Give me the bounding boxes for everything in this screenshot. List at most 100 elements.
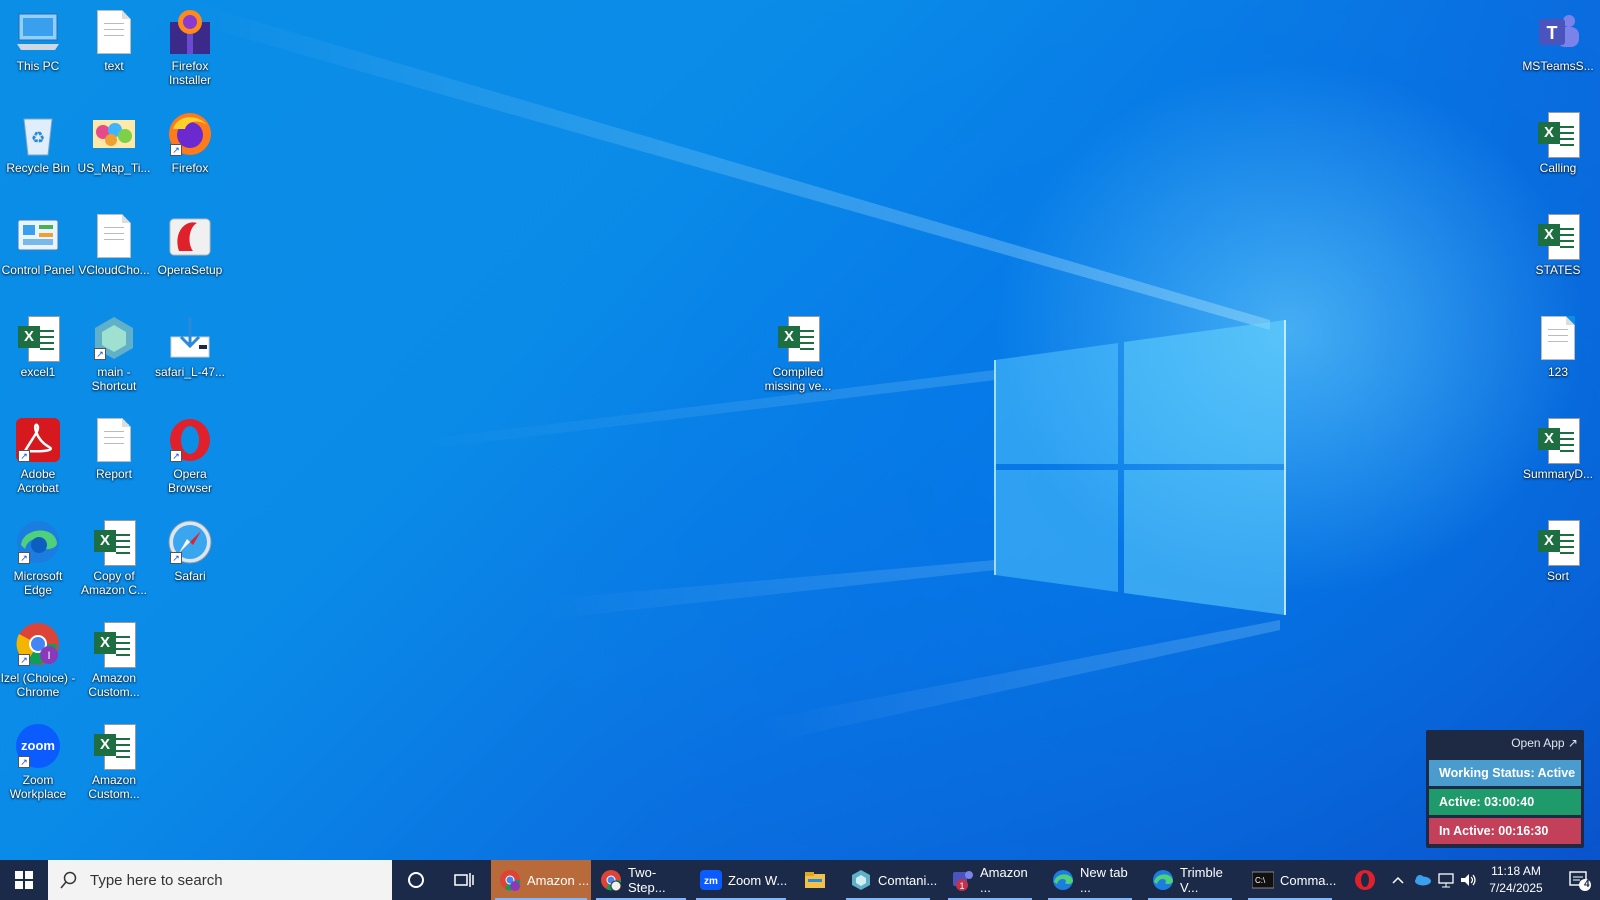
taskbar-app-label: Amazon ... (980, 865, 1028, 895)
notification-count: 4 (1584, 879, 1590, 890)
taskbar-app-opera[interactable] (1348, 860, 1384, 900)
desktop-icon-compiled-missing[interactable]: X Compiled missing ve... (760, 314, 836, 393)
desktop-icon-control-panel[interactable]: Control Panel (0, 212, 76, 277)
taskbar-app-teams-amazon[interactable]: 1 Amazon ... (944, 860, 1036, 900)
desktop-icon-this-pc[interactable]: This PC (0, 8, 76, 73)
desktop-icon-msteams[interactable]: T MSTeamsS... (1520, 8, 1596, 73)
edge-icon: ↗ (14, 518, 62, 566)
text-document-icon (90, 8, 138, 56)
taskbar-app-zoom[interactable]: zm Zoom W... (692, 860, 790, 900)
show-hidden-icons-button[interactable] (1386, 860, 1410, 900)
network-tray-button[interactable] (1434, 860, 1458, 900)
taskbar-app-label: Comtani... (878, 872, 938, 888)
shortcut-arrow-icon: ↗ (170, 144, 182, 156)
desktop: This PC ♻ Recycle Bin Control Panel X ex… (0, 0, 1600, 860)
taskbar-app-file-explorer[interactable] (792, 860, 842, 900)
safari-icon: ↗ (166, 518, 214, 566)
desktop-icon-us-map[interactable]: US_Map_Ti... (76, 110, 152, 175)
svg-text:T: T (1547, 23, 1558, 43)
desktop-icon-izel-chrome[interactable]: I ↗ Izel (Choice) - Chrome (0, 620, 76, 699)
opera-setup-icon (166, 212, 214, 260)
taskbar-search-box[interactable]: Type here to search (48, 860, 392, 900)
taskbar-app-edge-new-tab[interactable]: New tab ... (1044, 860, 1136, 900)
firefox-icon: ↗ (166, 110, 214, 158)
network-icon (1438, 873, 1454, 888)
desktop-icon-recycle-bin[interactable]: ♻ Recycle Bin (0, 110, 76, 175)
icon-label: main - Shortcut (91, 365, 137, 393)
icon-label: Firefox Installer (168, 59, 212, 87)
desktop-icon-123[interactable]: 123 (1520, 314, 1596, 379)
icon-label: Report (95, 467, 133, 481)
work-status-widget: Open App ↗ Working Status: Active Active… (1426, 730, 1584, 848)
desktop-icon-main-shortcut[interactable]: ↗ main - Shortcut (76, 314, 152, 393)
desktop-icon-microsoft-edge[interactable]: ↗ Microsoft Edge (0, 518, 76, 597)
desktop-icon-sort[interactable]: X Sort (1520, 518, 1596, 583)
taskbar-app-chrome-amazon[interactable]: Amazon ... (491, 860, 591, 900)
svg-text:C:\: C:\ (1255, 876, 1266, 885)
desktop-icon-amazon-custom-1[interactable]: X Amazon Custom... (76, 620, 152, 699)
desktop-icon-excel1[interactable]: X excel1 (0, 314, 76, 379)
icon-label: US_Map_Ti... (77, 161, 151, 175)
app-icon (850, 869, 872, 891)
text-document-icon (90, 212, 138, 260)
icon-label: This PC (16, 59, 60, 73)
excel-file-icon: X (1534, 212, 1582, 260)
icon-label: 123 (1547, 365, 1569, 379)
desktop-icon-text[interactable]: text (76, 8, 152, 73)
cortana-icon (408, 872, 424, 888)
cortana-button[interactable] (392, 860, 440, 900)
desktop-icon-vcloudcho[interactable]: VCloudCho... (76, 212, 152, 277)
chrome-icon (600, 869, 622, 892)
icon-label: Control Panel (1, 263, 75, 277)
icon-label: Microsoft Edge (13, 569, 63, 597)
start-button[interactable] (0, 860, 48, 900)
svg-text:zoom: zoom (21, 738, 55, 753)
action-center-button[interactable]: 4 (1560, 860, 1600, 900)
adobe-acrobat-icon: ↗ (14, 416, 62, 464)
icon-label: Sort (1546, 569, 1569, 583)
teams-icon: T (1534, 8, 1582, 56)
desktop-icon-summaryd[interactable]: X SummaryD... (1520, 416, 1596, 481)
taskbar-app-edge-trimble[interactable]: Trimble V... (1144, 860, 1236, 900)
icon-label: Firefox (171, 161, 209, 175)
desktop-icon-firefox[interactable]: ↗ Firefox (152, 110, 228, 175)
taskbar-clock[interactable]: 11:18 AM 7/24/2025 (1476, 860, 1556, 900)
excel-file-icon: X (90, 518, 138, 566)
taskbar-app-label: Trimble V... (1180, 865, 1223, 895)
icon-label: SummaryD... (1522, 467, 1593, 481)
chrome-icon: I ↗ (14, 620, 62, 668)
taskbar-app-command-prompt[interactable]: C:\ Comma... (1244, 860, 1336, 900)
onedrive-tray-button[interactable] (1410, 860, 1434, 900)
desktop-icon-safari[interactable]: ↗ Safari (152, 518, 228, 583)
desktop-icon-calling[interactable]: X Calling (1520, 110, 1596, 175)
icon-label: Calling (1539, 161, 1577, 175)
desktop-icon-opera-setup[interactable]: OperaSetup (152, 212, 228, 277)
excel-file-icon: X (1534, 518, 1582, 566)
icon-label: Amazon Custom... (88, 773, 140, 801)
icon-label: Adobe Acrobat (17, 467, 59, 495)
opera-icon: ↗ (166, 416, 214, 464)
desktop-icon-zoom-workplace[interactable]: zoom ↗ Zoom Workplace (0, 722, 76, 801)
desktop-icon-amazon-custom-2[interactable]: X Amazon Custom... (76, 722, 152, 801)
desktop-icon-report[interactable]: Report (76, 416, 152, 481)
desktop-icon-adobe-acrobat[interactable]: ↗ Adobe Acrobat (0, 416, 76, 495)
command-prompt-icon: C:\ (1251, 869, 1275, 891)
icon-label: safari_L-47... (154, 365, 226, 379)
icon-label: Compiled missing ve... (764, 365, 832, 393)
clock-date: 7/24/2025 (1489, 881, 1543, 895)
desktop-icon-states[interactable]: X STATES (1520, 212, 1596, 277)
taskbar-app-chrome-two-step[interactable]: Two-Step... (592, 860, 690, 900)
shortcut-arrow-icon: ↗ (18, 654, 30, 666)
task-view-button[interactable] (440, 860, 488, 900)
shortcut-arrow-icon: ↗ (18, 756, 30, 768)
onedrive-icon (1415, 875, 1431, 886)
desktop-icon-firefox-installer[interactable]: Firefox Installer (152, 8, 228, 87)
desktop-icon-copy-of-amazon[interactable]: X Copy of Amazon C... (76, 518, 152, 597)
text-document-icon (90, 416, 138, 464)
open-app-link[interactable]: Open App ↗ (1511, 736, 1578, 750)
taskbar-app-comtani[interactable]: Comtani... (842, 860, 938, 900)
icon-label: Recycle Bin (6, 161, 70, 175)
app-shortcut-icon: ↗ (90, 314, 138, 362)
desktop-icon-opera-browser[interactable]: ↗ Opera Browser (152, 416, 228, 495)
desktop-icon-safari-download[interactable]: safari_L-47... (152, 314, 228, 379)
